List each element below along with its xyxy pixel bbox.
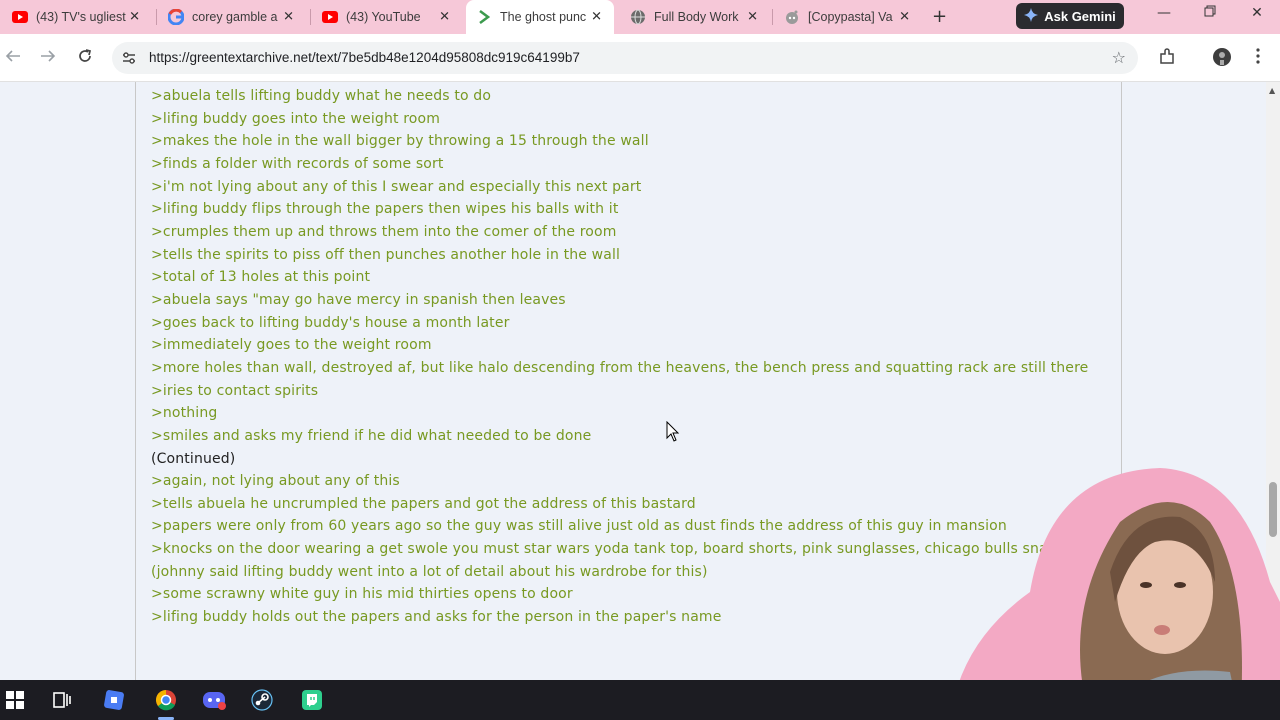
menu-kebab-icon[interactable] [1256, 48, 1260, 68]
forward-arrow-icon[interactable] [40, 48, 56, 69]
browser-tab[interactable]: Full Body Work ✕ [620, 3, 770, 30]
greentext-line: >i'm not lying about any of this I swear… [151, 178, 642, 195]
ask-gemini-label: Ask Gemini [1044, 8, 1116, 24]
tab-separator [156, 9, 157, 25]
reddit-icon [784, 9, 800, 25]
scroll-up-icon[interactable]: ▲ [1269, 86, 1275, 95]
tab-separator [310, 9, 311, 25]
tab-title: corey gamble a [192, 9, 278, 24]
twitch-icon[interactable] [300, 688, 324, 712]
mouse-cursor-icon [666, 420, 680, 447]
ask-gemini-button[interactable]: Ask Gemini [1016, 3, 1124, 29]
youtube-icon [12, 9, 28, 25]
tab-title: Full Body Work [654, 9, 739, 24]
greentext-line: >iries to contact spirits [151, 382, 319, 399]
greentext-line: >tells the spirits to piss off then punc… [151, 246, 621, 263]
chrome-icon[interactable] [154, 688, 178, 712]
greentext-line: >total of 13 holes at this point [151, 269, 371, 286]
google-icon [168, 8, 184, 25]
close-tab-icon[interactable]: ✕ [283, 9, 294, 24]
close-tab-icon[interactable]: ✕ [591, 10, 602, 25]
greentext-line: >more holes than wall, destroyed af, but… [151, 359, 1089, 376]
discord-icon[interactable] [202, 688, 226, 712]
greentext-line: >abuela says "may go have mercy in spani… [151, 291, 566, 308]
windows-taskbar [0, 680, 1280, 720]
greentext-line: >makes the hole in the wall bigger by th… [151, 133, 649, 150]
site-info-icon[interactable] [121, 50, 137, 66]
close-tab-icon[interactable]: ✕ [439, 9, 450, 24]
tab-title: (43) TV's ugliest [36, 9, 126, 24]
greentext-line: >finds a folder with records of some sor… [151, 155, 444, 172]
greentext-line: >abuela tells lifting buddy what he need… [151, 88, 492, 104]
restore-icon[interactable] [1200, 5, 1220, 21]
browser-tab[interactable]: (43) YouTube ✕ [312, 3, 462, 30]
youtube-icon [322, 9, 338, 25]
tab-title: The ghost punc [500, 10, 587, 24]
greentext-line: >crumples them up and throws them into t… [151, 223, 617, 240]
greentext-line: >immediately goes to the weight room [151, 337, 432, 354]
greentext-line: >goes back to lifting buddy's house a mo… [151, 314, 510, 331]
task-view-icon[interactable] [50, 688, 74, 712]
close-tab-icon[interactable]: ✕ [899, 9, 910, 24]
roblox-icon[interactable] [102, 688, 126, 712]
url-text: https://greentextarchive.net/text/7be5db… [149, 50, 580, 65]
minimize-icon[interactable]: — [1154, 5, 1174, 21]
close-tab-icon[interactable]: ✕ [129, 9, 140, 24]
close-tab-icon[interactable]: ✕ [747, 9, 758, 24]
greentext-line: >smiles and asks my friend if he did wha… [151, 427, 592, 444]
tab-strip: (43) TV's ugliest ✕ corey gamble a ✕ (43… [0, 0, 1280, 34]
greentext-line: >lifing buddy flips through the papers t… [151, 201, 619, 218]
browser-tab[interactable]: corey gamble a ✕ [158, 3, 306, 30]
greentext-icon [476, 9, 492, 25]
new-tab-button[interactable]: + [932, 6, 947, 27]
greentext-line: >lifing buddy goes into the weight room [151, 110, 441, 127]
reload-icon[interactable] [77, 48, 93, 69]
address-bar[interactable]: https://greentextarchive.net/text/7be5db… [112, 42, 1138, 74]
browser-toolbar: https://greentextarchive.net/text/7be5db… [0, 34, 1280, 82]
steam-icon[interactable] [250, 688, 274, 712]
tab-separator [772, 9, 773, 25]
globe-icon [630, 9, 646, 25]
tab-title: [Copypasta] Va [808, 9, 893, 24]
gemini-sparkle-icon [1024, 7, 1039, 25]
greentext-line: >nothing [151, 405, 218, 422]
back-arrow-icon[interactable] [5, 48, 21, 69]
tab-title: (43) YouTube [346, 9, 421, 24]
bookmark-star-icon[interactable]: ☆ [1112, 48, 1126, 67]
windows-start-icon[interactable] [3, 688, 27, 712]
extensions-icon[interactable] [1158, 48, 1176, 70]
close-window-icon[interactable]: ✕ [1247, 5, 1267, 21]
browser-tab[interactable]: (43) TV's ugliest ✕ [2, 3, 152, 30]
browser-tab-active[interactable]: The ghost punc ✕ [466, 0, 614, 34]
browser-tab[interactable]: [Copypasta] Va ✕ [774, 3, 922, 30]
profile-avatar[interactable] [1212, 46, 1232, 72]
